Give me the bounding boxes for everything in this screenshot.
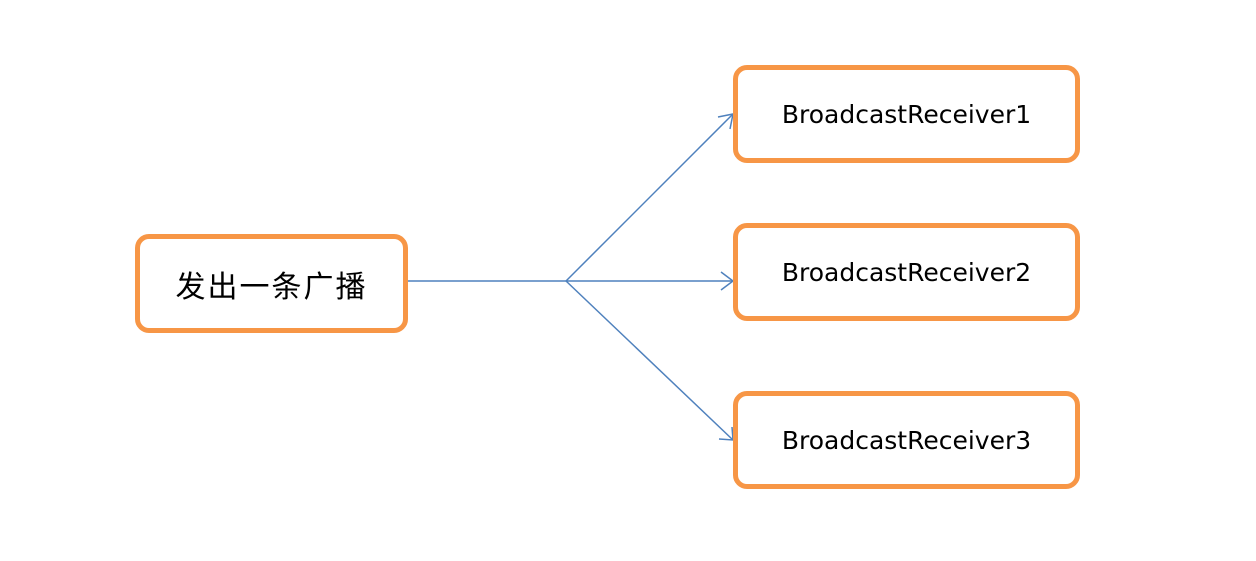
receiver-label-2: BroadcastReceiver2	[781, 257, 1032, 287]
receiver-box-1: BroadcastReceiver1	[733, 65, 1080, 163]
broadcast-source-label: 发出一条广播	[175, 269, 368, 305]
connector-to-receiver1	[565, 113, 734, 282]
broadcast-source-box: 发出一条广播	[135, 234, 408, 333]
receiver-box-2: BroadcastReceiver2	[733, 223, 1080, 321]
receiver-label-1: BroadcastReceiver1	[781, 99, 1032, 129]
broadcast-diagram: 发出一条广播 BroadcastReceiver1 BroadcastRecei…	[0, 0, 1256, 561]
connector-to-receiver3	[565, 280, 734, 441]
receiver-label-3: BroadcastReceiver3	[781, 425, 1032, 455]
receiver-box-3: BroadcastReceiver3	[733, 391, 1080, 489]
